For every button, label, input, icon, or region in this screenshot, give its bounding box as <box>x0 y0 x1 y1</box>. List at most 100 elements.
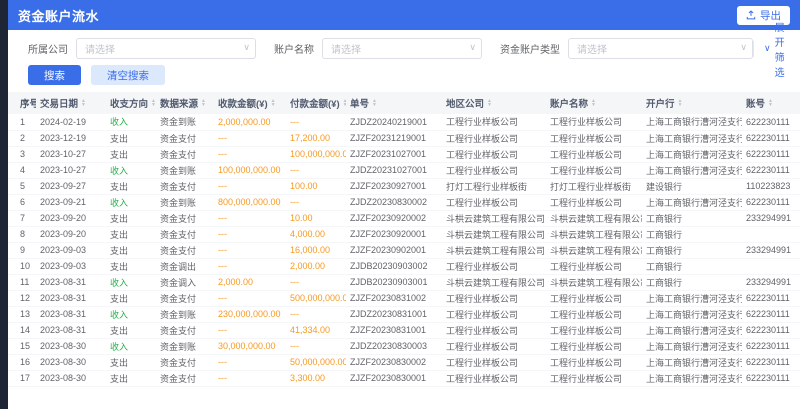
expand-filters-link[interactable]: ∨ 展开筛选 <box>753 41 790 57</box>
cell-account-name: 斗栱云建筑工程有限公司 <box>546 274 642 290</box>
select-placeholder: 请选择 <box>85 41 115 56</box>
cell-order-no: ZJZF20231219001 <box>346 130 442 146</box>
cell-seq: 13 <box>8 306 36 322</box>
cell-account-name: 打灯工程行业样板街 <box>546 178 642 194</box>
column-label: 收支方向 <box>110 96 148 110</box>
column-header-bank[interactable]: 开户行▲▼ <box>642 92 742 114</box>
search-button[interactable]: 搜索 <box>28 65 81 85</box>
cell-account-no: 622230111 <box>742 370 800 386</box>
account-type-select[interactable]: 请选择 ∨ <box>568 38 753 59</box>
cell-source: 资金支付 <box>156 290 214 306</box>
cell-bank: 上海工商银行漕河泾支行 <box>642 146 742 162</box>
cell-account-no: 622230111 <box>742 338 800 354</box>
cell-region-company: 斗栱云建筑工程有限公司 <box>442 226 546 242</box>
sort-icon[interactable]: ▲▼ <box>678 99 683 107</box>
cell-date: 2023-10-27 <box>36 146 106 162</box>
table-row: 152023-08-30收入资金到账30,000,000.00---ZJDZ20… <box>8 338 800 354</box>
column-header-region-company[interactable]: 地区公司▲▼ <box>442 92 546 114</box>
column-label: 账号 <box>746 96 765 110</box>
cell-pay-amount: --- <box>286 162 346 178</box>
cell-account-no <box>742 258 800 274</box>
cell-account-name: 斗栱云建筑工程有限公司 <box>546 242 642 258</box>
sort-icon[interactable]: ▲▼ <box>343 99 346 107</box>
cell-order-no: ZJDB20230903001 <box>346 274 442 290</box>
sort-icon[interactable]: ▲▼ <box>487 99 492 107</box>
column-header-direction[interactable]: 收支方向▲▼ <box>106 92 156 114</box>
cell-order-no: ZJZF20230831002 <box>346 290 442 306</box>
cell-receive-amount: 800,000,000.00 <box>214 194 286 210</box>
cell-direction: 支出 <box>106 370 156 386</box>
cell-date: 2023-08-30 <box>36 338 106 354</box>
cell-account-name: 工程行业样板公司 <box>546 290 642 306</box>
cell-bank: 上海工商银行漕河泾支行 <box>642 194 742 210</box>
table-row: 72023-09-20支出资金支付---10.00ZJZF20230920002… <box>8 210 800 226</box>
cell-region-company: 工程行业样板公司 <box>442 306 546 322</box>
cell-bank: 工商银行 <box>642 210 742 226</box>
cell-pay-amount: 16,000.00 <box>286 242 346 258</box>
cell-direction: 支出 <box>106 242 156 258</box>
cell-date: 2023-09-03 <box>36 258 106 274</box>
sort-icon[interactable]: ▲▼ <box>591 99 596 107</box>
cell-seq: 11 <box>8 274 36 290</box>
chevron-down-icon: ∨ <box>243 42 250 53</box>
cell-region-company: 工程行业样板公司 <box>442 322 546 338</box>
company-select[interactable]: 请选择 ∨ <box>76 38 256 59</box>
column-label: 交易日期 <box>40 96 78 110</box>
column-header-account-no[interactable]: 账号▲▼ <box>742 92 800 114</box>
sort-icon[interactable]: ▲▼ <box>81 99 86 107</box>
table-row: 122023-08-31支出资金支付---500,000,000.00ZJZF2… <box>8 290 800 306</box>
column-header-pay-amount[interactable]: 付款金额(¥)▲▼ <box>286 92 346 114</box>
column-header-order-no[interactable]: 单号▲▼ <box>346 92 442 114</box>
cell-source: 资金到账 <box>156 194 214 210</box>
sort-icon[interactable]: ▲▼ <box>372 99 377 107</box>
cell-seq: 5 <box>8 178 36 194</box>
cell-account-name: 工程行业样板公司 <box>546 338 642 354</box>
cell-order-no: ZJDZ20230830002 <box>346 194 442 210</box>
cell-order-no: ZJZF20230831001 <box>346 322 442 338</box>
cell-receive-amount: 100,000,000.00 <box>214 162 286 178</box>
cell-receive-amount: --- <box>214 370 286 386</box>
chevron-down-icon: ∨ <box>764 43 771 54</box>
cell-direction: 支出 <box>106 178 156 194</box>
cell-source: 资金到账 <box>156 338 214 354</box>
filter-bar: 所属公司 请选择 ∨ 账户名称 请选择 ∨ 资金账户类型 请选择 ∨ <box>8 30 800 59</box>
cell-seq: 7 <box>8 210 36 226</box>
sidebar-collapsed-strip[interactable] <box>0 0 8 409</box>
page-header: 资金账户流水 导出 <box>8 0 800 30</box>
cell-account-name: 工程行业样板公司 <box>546 194 642 210</box>
sort-icon[interactable]: ▲▼ <box>201 99 206 107</box>
cell-account-no: 622230111 <box>742 130 800 146</box>
sort-icon[interactable]: ▲▼ <box>151 99 156 107</box>
cell-receive-amount: --- <box>214 322 286 338</box>
sort-icon[interactable]: ▲▼ <box>271 99 276 107</box>
cell-account-name: 工程行业样板公司 <box>546 354 642 370</box>
column-header-source[interactable]: 数据来源▲▼ <box>156 92 214 114</box>
cell-pay-amount: 17,200.00 <box>286 130 346 146</box>
sort-icon[interactable]: ▲▼ <box>768 99 773 107</box>
column-header-date[interactable]: 交易日期▲▼ <box>36 92 106 114</box>
cell-bank: 上海工商银行漕河泾支行 <box>642 354 742 370</box>
cell-date: 2023-08-31 <box>36 290 106 306</box>
column-header-seq: 序号 <box>8 92 36 114</box>
clear-search-button[interactable]: 清空搜索 <box>91 65 165 85</box>
cell-bank: 工商银行 <box>642 226 742 242</box>
cell-account-name: 工程行业样板公司 <box>546 370 642 386</box>
cell-account-name: 斗栱云建筑工程有限公司 <box>546 210 642 226</box>
cell-pay-amount: 500,000,000.00 <box>286 290 346 306</box>
cell-date: 2023-12-19 <box>36 130 106 146</box>
cell-date: 2023-09-20 <box>36 210 106 226</box>
cell-order-no: ZJDZ20230830003 <box>346 338 442 354</box>
column-header-receive-amount[interactable]: 收款金额(¥)▲▼ <box>214 92 286 114</box>
cell-source: 资金到账 <box>156 114 214 130</box>
column-label: 收款金额(¥) <box>218 96 268 110</box>
column-header-account-name[interactable]: 账户名称▲▼ <box>546 92 642 114</box>
cell-date: 2023-08-31 <box>36 274 106 290</box>
column-label: 付款金额(¥) <box>290 96 340 110</box>
account-name-select[interactable]: 请选择 ∨ <box>322 38 482 59</box>
cell-direction: 支出 <box>106 354 156 370</box>
cell-direction: 支出 <box>106 210 156 226</box>
chevron-down-icon: ∨ <box>740 42 747 53</box>
cell-receive-amount: --- <box>214 146 286 162</box>
table-row: 22023-12-19支出资金支付---17,200.00ZJZF2023121… <box>8 130 800 146</box>
cell-account-name: 工程行业样板公司 <box>546 114 642 130</box>
